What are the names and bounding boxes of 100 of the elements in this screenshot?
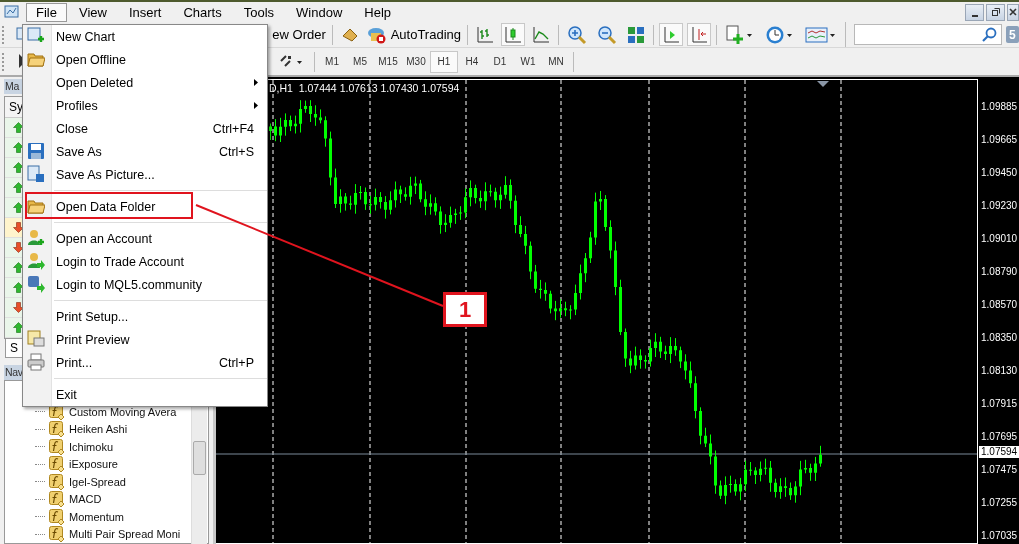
up-arrow-icon	[13, 162, 24, 173]
price-label: 1.08130	[981, 365, 1018, 377]
current-price-label: 1.07594	[979, 446, 1019, 458]
menu-item[interactable]: Print Setup...	[23, 305, 267, 328]
indicator-item[interactable]: Ichimoku	[69, 440, 114, 453]
indicator-icon	[49, 491, 65, 508]
down-arrow-icon	[13, 222, 24, 233]
menu-item[interactable]: File	[26, 2, 67, 22]
menu-item[interactable]: Charts	[173, 2, 232, 22]
panel-tab[interactable]: S	[5, 339, 23, 358]
menu-item[interactable]: Profiles	[23, 94, 267, 117]
up-arrow-icon	[13, 122, 24, 133]
search-field[interactable]	[854, 24, 1002, 45]
up-arrow-icon	[13, 322, 24, 333]
submenu-arrow-icon	[254, 79, 258, 86]
price-label: 1.09885	[981, 101, 1018, 113]
timeframe-button[interactable]: M1	[318, 50, 346, 73]
timeframe-button[interactable]: M5	[346, 50, 374, 73]
indicator-icon	[49, 438, 65, 455]
candlestick-icon	[503, 25, 522, 44]
shift-marker-icon[interactable]	[817, 81, 829, 87]
menu-item[interactable]: View	[68, 2, 117, 22]
menu-item[interactable]: Tools	[233, 2, 285, 22]
menu-item[interactable]: Open Data Folder	[23, 195, 267, 218]
zoom-in-icon[interactable]	[566, 24, 587, 45]
folder-icon	[27, 197, 45, 215]
menu-item[interactable]: Open an Account	[23, 227, 267, 250]
new-order-button[interactable]: ew Order	[269, 25, 329, 44]
add-indicator-icon	[725, 24, 754, 45]
timeframe-button[interactable]: H1	[430, 50, 458, 73]
indicator-icon	[49, 421, 65, 438]
indicator-item[interactable]: iExposure	[69, 458, 118, 471]
up-arrow-icon	[13, 182, 24, 193]
template-icon	[805, 24, 838, 45]
menu-item[interactable]: Window	[286, 2, 353, 22]
price-label: 1.07255	[981, 497, 1018, 509]
timeframe-button[interactable]: H4	[458, 50, 486, 73]
indicator-item[interactable]: Multi Pair Spread Moni	[69, 528, 181, 541]
indicator-icon	[49, 473, 65, 490]
timeframe-button[interactable]: MN	[542, 50, 570, 73]
search-icon[interactable]	[981, 26, 998, 43]
menu-item[interactable]: Close Ctrl+F4	[23, 117, 267, 140]
scrollbar-thumb[interactable]	[193, 441, 206, 475]
shift-chart-icon	[689, 25, 708, 44]
menu-item[interactable]: Login to Trade Account	[23, 250, 267, 273]
candlestick-button[interactable]	[500, 23, 525, 46]
tile-windows-icon[interactable]	[626, 25, 645, 44]
minimize-icon	[971, 14, 978, 17]
close-button[interactable]	[1007, 3, 1019, 21]
menu-item[interactable]: Save As Picture...	[23, 163, 267, 186]
menu-item[interactable]: Print... Ctrl+P	[23, 351, 267, 374]
menu-item[interactable]: Insert	[118, 2, 172, 22]
auto-scroll-button[interactable]	[658, 23, 683, 46]
price-label: 1.08570	[981, 299, 1018, 311]
timeframe-button[interactable]: W1	[514, 50, 542, 73]
restore-button[interactable]	[986, 3, 1005, 21]
preview-icon	[27, 330, 45, 348]
price-label: 1.09450	[981, 167, 1018, 179]
menu-item[interactable]: Save As Ctrl+S	[23, 140, 267, 163]
clock-icon	[765, 24, 794, 45]
timeframe-button[interactable]: M15	[374, 50, 402, 73]
price-label: 1.09230	[981, 200, 1018, 212]
up-arrow-icon	[13, 282, 24, 293]
indicator-item[interactable]: MACD	[69, 493, 102, 506]
menu-item[interactable]: Open Offline	[23, 48, 267, 71]
indicator-item[interactable]: Custom Moving Avera	[69, 405, 177, 418]
printer-icon	[27, 353, 45, 371]
down-arrow-icon	[13, 302, 24, 313]
menu-item[interactable]: New Chart	[23, 25, 267, 48]
minimize-button[interactable]	[965, 3, 984, 21]
autotrading-button[interactable]: AutoTrading	[363, 23, 464, 46]
price-label: 1.07035	[981, 530, 1018, 542]
restore-icon	[990, 7, 1001, 17]
indicator-item[interactable]: Igel-Spread	[69, 475, 126, 488]
price-label: 1.09665	[981, 134, 1018, 146]
timeframe-button[interactable]: D1	[486, 50, 514, 73]
indicator-icon	[49, 508, 65, 525]
personarrow-icon	[27, 252, 45, 270]
price-label: 1.09010	[981, 233, 1018, 245]
indicator-item[interactable]: Heiken Ashi	[69, 423, 128, 436]
menu-item[interactable]: Login to MQL5.community	[23, 273, 267, 296]
up-arrow-icon	[13, 142, 24, 153]
eraser-icon[interactable]	[340, 26, 359, 43]
up-arrow-icon	[13, 262, 24, 273]
price-label: 1.08790	[981, 266, 1018, 278]
personplus-icon	[27, 229, 45, 247]
zoom-out-icon[interactable]	[596, 24, 617, 45]
chart-icon	[27, 27, 45, 45]
menu-item[interactable]: Help	[354, 2, 402, 22]
menu-item[interactable]: Exit	[23, 383, 267, 406]
close-icon	[1008, 7, 1018, 17]
chart-ohlc-text: D,H1 1.07444 1.07613 1.07430 1.07594	[269, 82, 460, 94]
up-arrow-icon	[13, 202, 24, 213]
down-arrow-icon	[13, 242, 24, 253]
callout-number: 1	[443, 292, 487, 327]
submenu-arrow-icon	[254, 102, 258, 109]
indicator-item[interactable]: Momentum	[69, 510, 125, 523]
chart-shift-button[interactable]	[686, 23, 711, 46]
timeframe-button[interactable]: M30	[402, 50, 430, 73]
menu-item[interactable]: Print Preview	[23, 328, 267, 351]
